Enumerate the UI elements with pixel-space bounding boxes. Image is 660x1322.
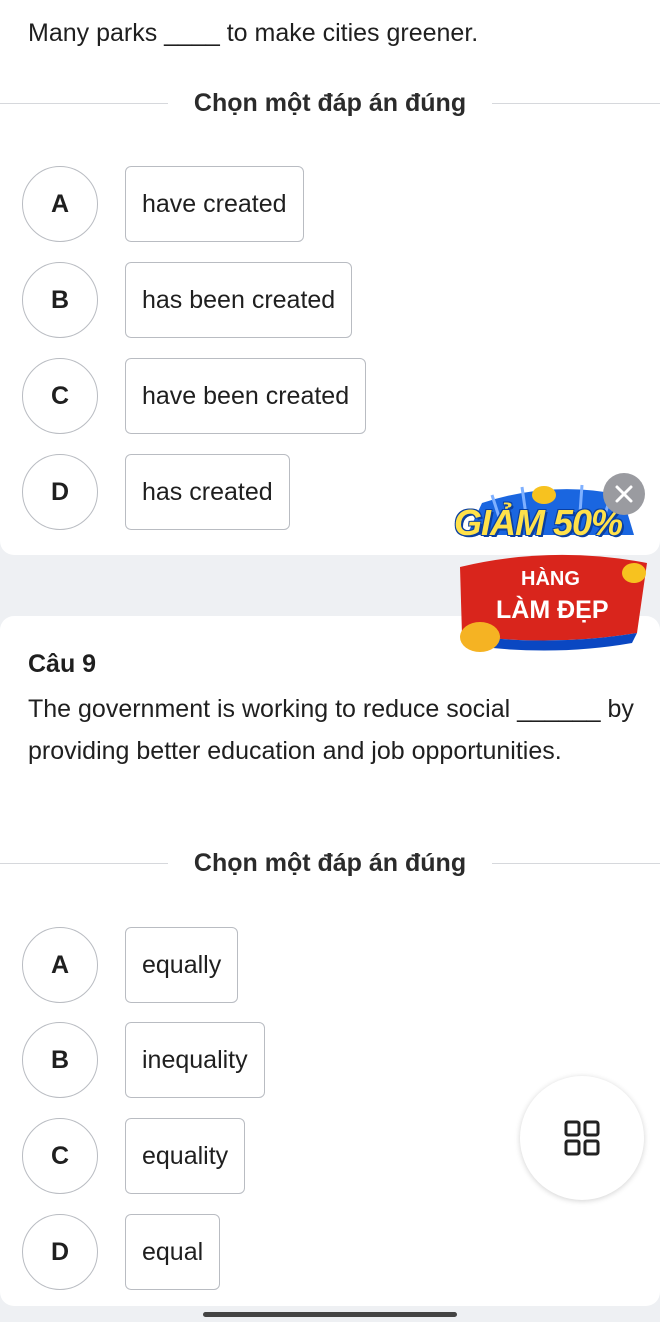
option-b[interactable]: B has been created (22, 261, 353, 339)
option-answer[interactable]: equal (125, 1214, 221, 1290)
coin-icon (460, 622, 500, 652)
option-letter[interactable]: C (22, 358, 98, 434)
instruction-label: Chọn một đáp án đúng (193, 88, 467, 117)
option-answer[interactable]: have created (125, 166, 304, 242)
divider-line (492, 862, 660, 864)
option-answer[interactable]: inequality (125, 1022, 265, 1098)
question-card-1: Many parks ____ to make cities greener. … (0, 0, 660, 555)
divider-line (492, 102, 660, 104)
promo-subtitle[interactable]: LÀM ĐẸP (496, 596, 609, 625)
grid-icon (564, 1120, 600, 1156)
home-indicator[interactable] (203, 1312, 457, 1317)
promo-subtitle[interactable]: HÀNG (521, 568, 580, 591)
option-c[interactable]: C have been created (22, 357, 367, 435)
grid-menu-button[interactable] (520, 1076, 644, 1200)
question-text: The government is working to reduce soci… (28, 695, 634, 765)
option-letter[interactable]: B (22, 1022, 98, 1098)
option-answer[interactable]: has created (125, 454, 290, 530)
promo-title[interactable]: GIẢM 50% (454, 502, 623, 544)
option-letter[interactable]: D (22, 454, 98, 530)
option-d[interactable]: D equal (22, 1213, 221, 1291)
instruction-divider: Chọn một đáp án đúng (0, 88, 660, 118)
divider-line (0, 862, 168, 864)
question-text: Many parks ____ to make cities greener. (28, 19, 479, 47)
option-a[interactable]: A equally (22, 926, 239, 1004)
option-letter[interactable]: A (22, 166, 98, 242)
close-glyph (615, 485, 633, 503)
option-c[interactable]: C equality (22, 1117, 246, 1195)
option-d[interactable]: D has created (22, 453, 290, 531)
option-letter[interactable]: B (22, 262, 98, 338)
coin-icon (622, 563, 646, 583)
instruction-divider: Chọn một đáp án đúng (0, 848, 660, 878)
instruction-label: Chọn một đáp án đúng (193, 848, 467, 877)
option-answer[interactable]: has been created (125, 262, 353, 338)
option-answer[interactable]: equally (125, 927, 239, 1003)
option-answer[interactable]: equality (125, 1118, 246, 1194)
option-answer[interactable]: have been created (125, 358, 367, 434)
question-number: Câu 9 (28, 650, 97, 678)
divider-line (0, 102, 168, 104)
close-icon[interactable] (603, 473, 645, 515)
option-letter[interactable]: D (22, 1214, 98, 1290)
option-letter[interactable]: A (22, 927, 98, 1003)
option-a[interactable]: A have created (22, 165, 304, 243)
option-b[interactable]: B inequality (22, 1021, 265, 1099)
option-letter[interactable]: C (22, 1118, 98, 1194)
question-card-2: Câu 9 The government is working to reduc… (0, 616, 660, 1306)
